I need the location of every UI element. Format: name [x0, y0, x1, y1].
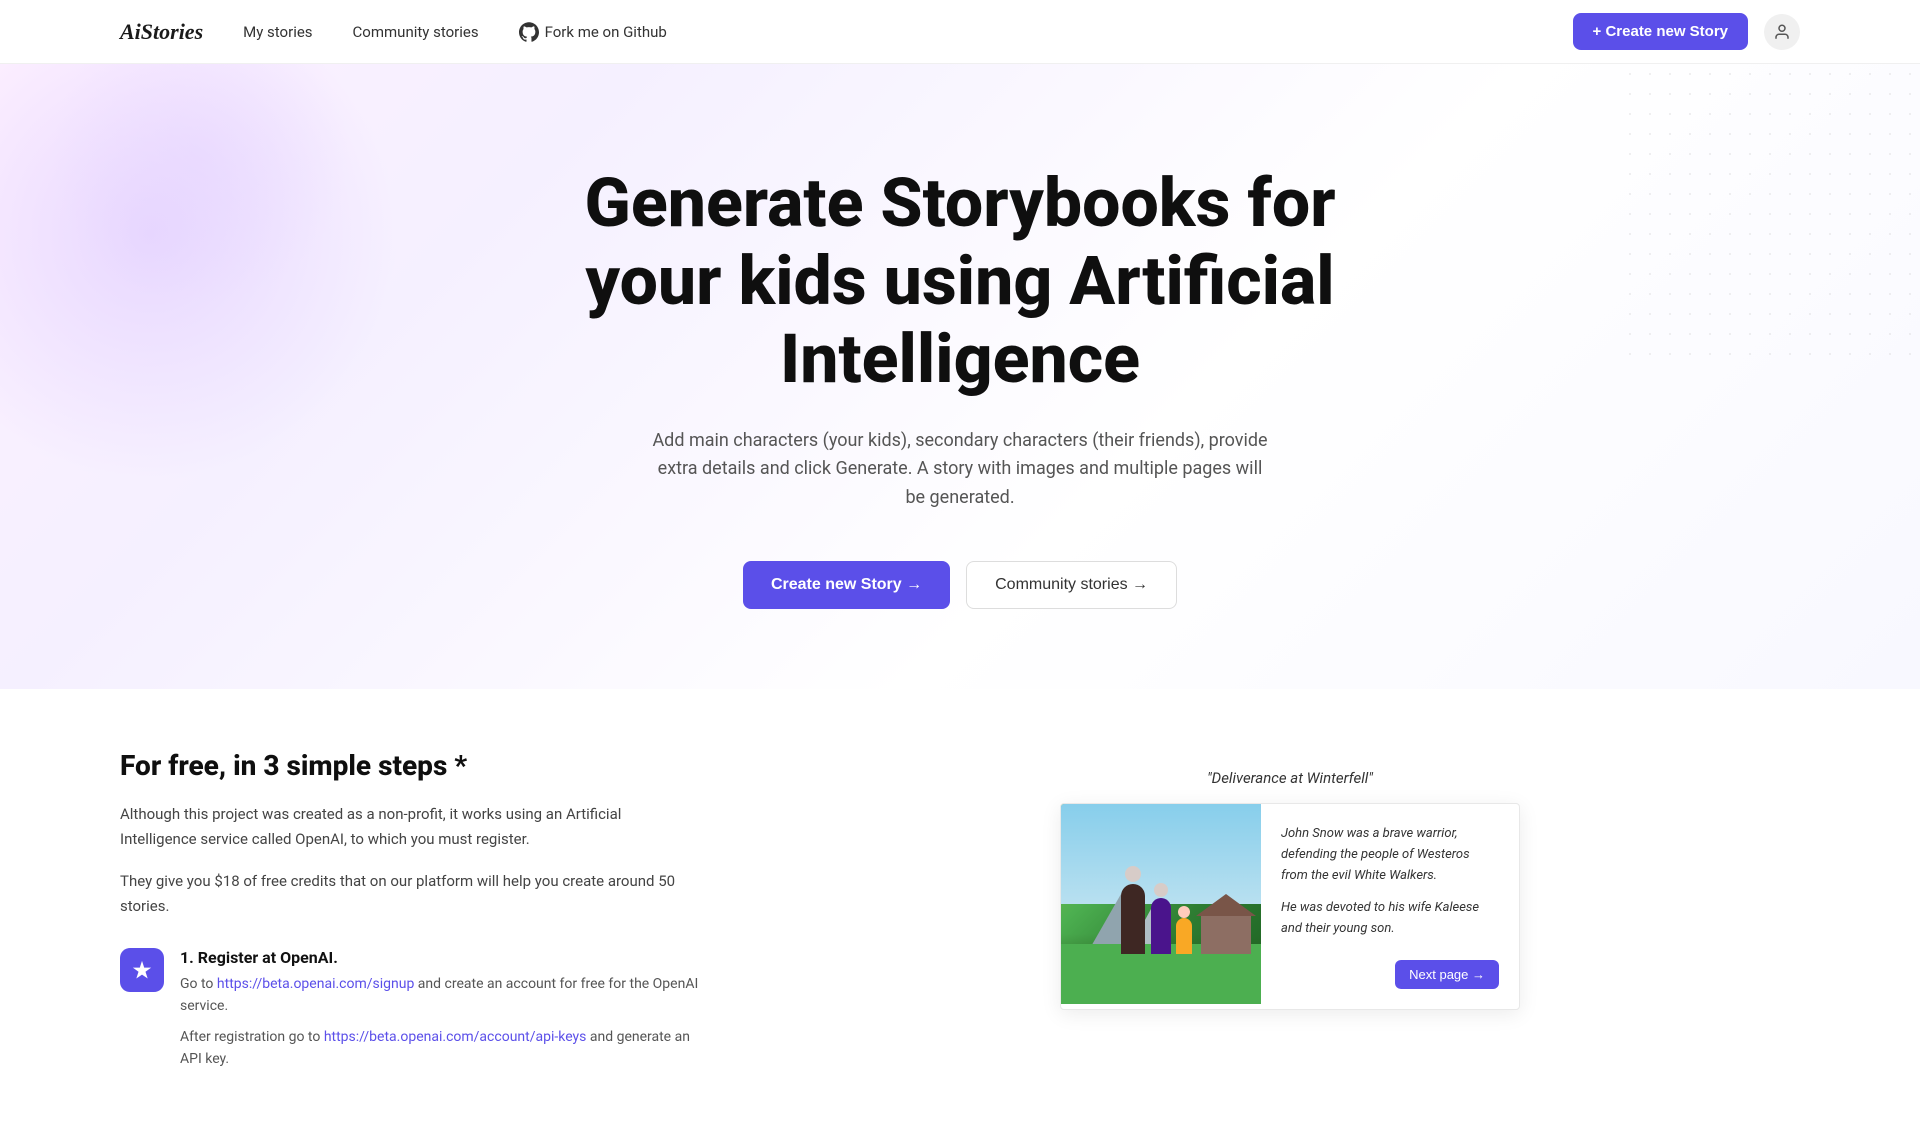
next-page-button[interactable]: Next page → [1395, 960, 1499, 989]
step-1: 1. Register at OpenAI. Go to https://bet… [120, 948, 700, 1071]
logo[interactable]: AiStories [120, 19, 203, 45]
book-illustration [1061, 804, 1261, 1004]
figure-small [1176, 918, 1192, 954]
nav-my-stories[interactable]: My stories [243, 23, 312, 41]
steps-title: For free, in 3 simple steps * [120, 749, 700, 782]
hero-buttons: Create new Story → Community stories → [120, 561, 1800, 609]
book-title: "Deliverance at Winterfell" [1207, 769, 1373, 787]
header-left: AiStories My stories Community stories F… [120, 19, 667, 45]
book-preview-section: "Deliverance at Winterfell" John Snow wa… [780, 749, 1800, 1071]
book-text-1: John Snow was a brave warrior, defending… [1281, 824, 1499, 886]
step-1-link2[interactable]: https://beta.openai.com/account/api-keys [324, 1029, 587, 1045]
step-1-text-before: Go to [180, 976, 217, 992]
github-icon [519, 22, 539, 42]
dot-pattern-decoration [1620, 64, 1920, 364]
header: AiStories My stories Community stories F… [0, 0, 1920, 64]
step-1-text2: After registration go to https://beta.op… [180, 1026, 700, 1071]
github-link[interactable]: Fork me on Github [519, 22, 667, 42]
step-1-content: 1. Register at OpenAI. Go to https://bet… [180, 948, 700, 1071]
figure-tall [1121, 884, 1145, 954]
hero-title: Generate Storybooks for your kids using … [560, 164, 1360, 399]
figure-medium [1151, 898, 1171, 954]
hero-community-button[interactable]: Community stories → [966, 561, 1177, 609]
step-1-link1[interactable]: https://beta.openai.com/signup [217, 976, 414, 992]
book-text: John Snow was a brave warrior, defending… [1261, 804, 1519, 1009]
hero-section: Generate Storybooks for your kids using … [0, 64, 1920, 689]
hero-create-button[interactable]: Create new Story → [743, 561, 950, 609]
header-create-button[interactable]: + Create new Story [1573, 13, 1748, 50]
bottom-section: For free, in 3 simple steps * Although t… [0, 689, 1920, 1131]
hero-subtitle: Add main characters (your kids), seconda… [650, 427, 1270, 513]
steps-desc-1: Although this project was created as a n… [120, 802, 700, 853]
header-right: + Create new Story [1573, 13, 1800, 50]
steps-desc-2: They give you $18 of free credits that o… [120, 869, 700, 920]
book-text-2: He was devoted to his wife Kaleese and t… [1281, 898, 1499, 940]
user-icon [1773, 23, 1791, 41]
sparkle-icon [131, 959, 153, 981]
steps-section: For free, in 3 simple steps * Although t… [120, 749, 700, 1071]
github-label: Fork me on Github [545, 23, 667, 41]
step-1-icon [120, 948, 164, 992]
step-1-text2-before: After registration go to [180, 1029, 324, 1045]
house-element [1201, 914, 1251, 954]
book-page: John Snow was a brave warrior, defending… [1060, 803, 1520, 1010]
step-1-text: Go to https://beta.openai.com/signup and… [180, 973, 700, 1018]
nav-community-stories[interactable]: Community stories [353, 23, 479, 41]
step-1-title: 1. Register at OpenAI. [180, 948, 700, 967]
user-account-button[interactable] [1764, 14, 1800, 50]
